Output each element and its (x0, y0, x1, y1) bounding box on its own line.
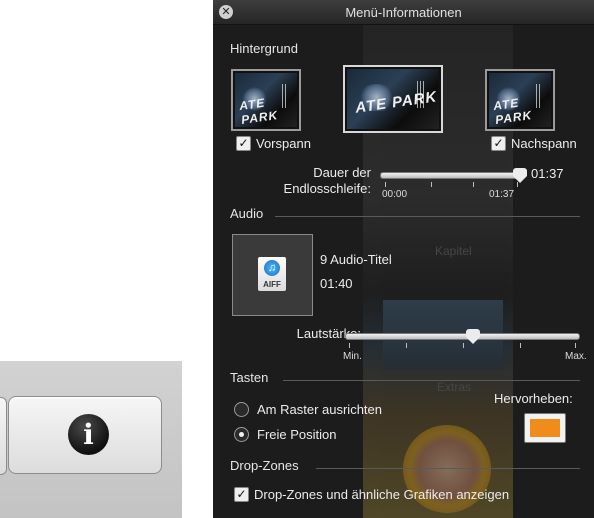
toolbar-segment: i (0, 361, 182, 518)
slider-tick (349, 343, 350, 348)
volume-knob[interactable] (466, 329, 481, 345)
checkbox-checked-icon: ✓ (234, 487, 249, 502)
section-audio: Audio (230, 206, 264, 221)
loop-duration-slider[interactable] (380, 172, 522, 179)
slider-tick (517, 182, 518, 187)
radio-free-position[interactable]: Freie Position (234, 427, 336, 442)
show-dropzones-label: Drop-Zones und ähnliche Grafiken anzeige… (254, 487, 510, 502)
previous-button-edge[interactable] (0, 397, 7, 475)
section-divider (283, 380, 580, 381)
loop-max-label: 01:37 (489, 189, 515, 200)
window-title: Menü-Informationen (345, 5, 462, 20)
loop-label-line1: Dauer der (313, 165, 371, 180)
section-hintergrund: Hintergrund (230, 41, 298, 56)
title-bar: ✕ Menü-Informationen (213, 0, 594, 25)
highlight-color-well[interactable] (524, 413, 566, 443)
aiff-file-icon: ♫ AIFF (258, 257, 286, 291)
volume-label: Lautstärke: (296, 326, 361, 341)
slider-tick (575, 343, 576, 348)
loop-label-line2: Endlosschleife: (283, 181, 371, 196)
slider-tick (520, 343, 521, 348)
info-icon: i (68, 414, 109, 455)
checkbox-checked-icon: ✓ (491, 136, 506, 151)
section-divider (275, 216, 580, 217)
volume-slider[interactable] (345, 333, 580, 340)
grid-align-label: Am Raster ausrichten (257, 402, 382, 417)
info-button[interactable]: i (0, 396, 162, 475)
vorspann-label: Vorspann (256, 136, 311, 151)
knob-tip (513, 176, 527, 183)
knob-cap (466, 329, 481, 337)
loop-min-label: 00:00 (382, 189, 408, 200)
preview-kapitel-text: Kapitel (435, 244, 472, 258)
show-dropzones-checkbox[interactable]: ✓ Drop-Zones und ähnliche Grafiken anzei… (234, 487, 509, 502)
loop-duration-label: Dauer der Endlosschleife: (253, 165, 371, 197)
knob-tip (466, 337, 481, 344)
section-dropzones: Drop-Zones (230, 458, 299, 473)
slider-tick (385, 182, 386, 187)
slider-tick (463, 343, 464, 348)
thumbnail-nachspann[interactable]: ATE PARK (485, 69, 555, 131)
audio-title-count: 9 Audio-Titel (320, 252, 392, 267)
knob-cap (513, 168, 527, 176)
radio-selected-icon (234, 427, 249, 442)
slider-tick (431, 182, 432, 187)
audio-duration: 01:40 (320, 276, 353, 291)
radio-grid-align[interactable]: Am Raster ausrichten (234, 402, 382, 417)
loop-duration-value: 01:37 (531, 166, 564, 181)
thumbnail-vorspann[interactable]: ATE PARK (231, 69, 301, 131)
loop-duration-knob[interactable] (513, 168, 527, 184)
volume-max-label: Max. (565, 351, 587, 362)
thumbnail-main[interactable]: ATE PARK (343, 65, 443, 133)
nachspann-label: Nachspann (511, 136, 577, 151)
free-position-label: Freie Position (257, 427, 337, 442)
slider-tick (406, 343, 407, 348)
aiff-label: AIFF (263, 280, 281, 289)
highlight-label: Hervorheben: (494, 391, 573, 406)
slider-tick (473, 182, 474, 187)
section-tasten: Tasten (230, 370, 269, 385)
checkbox-checked-icon: ✓ (236, 136, 251, 151)
vorspann-checkbox[interactable]: ✓ Vorspann (236, 136, 311, 151)
section-divider (316, 468, 580, 469)
menu-info-panel: Kapitel Extras ✕ Menü-Informationen Hint… (213, 0, 594, 518)
volume-min-label: Min. (343, 351, 362, 362)
nachspann-checkbox[interactable]: ✓ Nachspann (491, 136, 577, 151)
audio-drop-well[interactable]: ♫ AIFF (232, 234, 313, 316)
preview-extras-text: Extras (437, 380, 472, 394)
highlight-color-fill (530, 419, 560, 437)
music-note-icon: ♫ (264, 260, 280, 276)
radio-unselected-icon (234, 402, 249, 417)
